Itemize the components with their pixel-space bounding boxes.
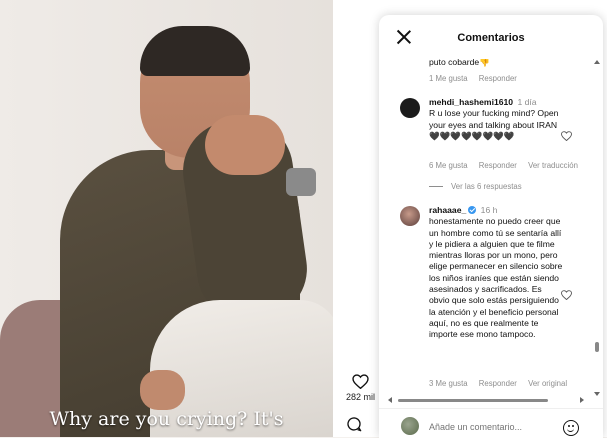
scroll-left-icon[interactable] <box>388 397 392 403</box>
video-person-lower-hand <box>140 370 185 410</box>
reel-video[interactable]: Why are you crying? It's <box>0 0 333 437</box>
avatar[interactable] <box>400 98 420 118</box>
comment-heart-icon[interactable] <box>561 290 572 300</box>
like-action[interactable]: 282 mil <box>346 374 375 402</box>
comment-meta: 3 Me gusta Responder Ver original <box>429 379 576 388</box>
like-count: 282 mil <box>346 392 376 402</box>
vertical-scrollbar[interactable] <box>593 60 601 396</box>
comment-likes[interactable]: 6 Me gusta <box>429 161 468 170</box>
comment-body: mehdi_hashemi1610 1 día R u lose your fu… <box>429 97 563 142</box>
comments-list[interactable]: puto cobarde👎 1 Me gusta Responder mehdi… <box>379 59 603 399</box>
comment-likes[interactable]: 1 Me gusta <box>429 74 468 83</box>
comment-username[interactable]: rahaaae_ <box>429 205 466 215</box>
verified-badge-icon <box>468 206 477 214</box>
comment-likes[interactable]: 3 Me gusta <box>429 379 468 388</box>
comment-meta: 6 Me gusta Responder Ver traducción <box>429 161 587 170</box>
comment-time: 16 h <box>480 205 498 215</box>
comment-body: rahaaae_ 16 h honestamente no puedo cree… <box>429 205 563 341</box>
comments-title: Comentarios <box>457 32 525 44</box>
comment-username[interactable]: mehdi_hashemi1610 <box>429 97 513 107</box>
emoji-icon[interactable] <box>563 420 579 436</box>
comment-action[interactable] <box>346 416 362 432</box>
comment-heart-icon[interactable] <box>561 131 572 141</box>
reply-button[interactable]: Responder <box>479 379 517 388</box>
horizontal-scrollbar[interactable] <box>388 396 584 404</box>
scroll-right-icon[interactable] <box>580 397 584 403</box>
comment-input[interactable] <box>429 422 549 432</box>
video-person-watch <box>286 168 316 196</box>
video-caption: Why are you crying? It's <box>49 408 284 430</box>
avatar[interactable] <box>400 206 420 226</box>
reply-button[interactable]: Responder <box>479 161 517 170</box>
comments-header: Comentarios <box>379 15 603 59</box>
horizontal-scrollbar-thumb[interactable] <box>398 399 548 402</box>
video-person-hand <box>205 115 285 175</box>
heart-icon[interactable] <box>352 374 369 389</box>
comment-composer <box>379 408 603 438</box>
comment-time: 1 día <box>517 97 537 107</box>
view-replies-label[interactable]: Ver las 6 respuestas <box>451 182 522 191</box>
original-link[interactable]: Ver original <box>528 379 567 388</box>
comments-panel: Comentarios puto cobarde👎 1 Me gusta Res… <box>379 15 603 437</box>
comment-icon[interactable] <box>346 416 362 432</box>
view-replies[interactable]: Ver las 6 respuestas <box>429 182 522 191</box>
comment-text: puto cobarde👎 <box>429 59 490 67</box>
scroll-down-icon[interactable] <box>594 392 600 396</box>
scroll-up-icon[interactable] <box>594 60 600 64</box>
reply-button[interactable]: Responder <box>479 74 517 83</box>
translate-link[interactable]: Ver traducción <box>528 161 578 170</box>
comment-text: honestamente no puedo creer que un hombr… <box>429 216 563 340</box>
comment-text: R u lose your fucking mind? Open your ey… <box>429 108 559 141</box>
comment-meta: 1 Me gusta Responder <box>429 74 526 83</box>
replies-divider <box>429 186 443 187</box>
current-user-avatar <box>401 417 419 435</box>
scrollbar-thumb[interactable] <box>595 342 599 352</box>
